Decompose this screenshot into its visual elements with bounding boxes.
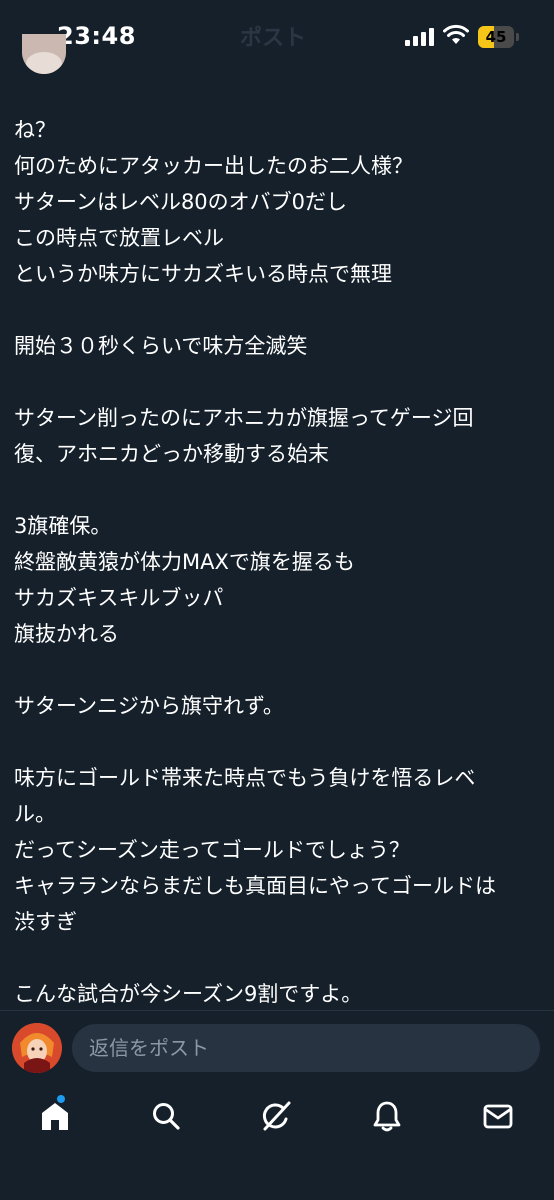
post-text-line: 渋すぎ [14, 910, 77, 934]
tab-home[interactable] [25, 1086, 85, 1146]
post-text-line: サカズキスキルブッパ [14, 586, 224, 610]
post-text-line: ね？ [14, 118, 56, 142]
reply-bar [0, 1010, 554, 1083]
post-text-line: というか味方にサカズキいる時点で無理 [14, 262, 392, 286]
reply-input[interactable] [72, 1024, 540, 1072]
post-text-line: サターン削ったのにアホニカが旗握ってゲージ回 [14, 406, 474, 430]
post-text-line: 終盤敵黄猿が体力MAXで旗を握るも [14, 550, 355, 574]
header-title: ポスト [240, 26, 307, 51]
post-text-line: この時点で放置レベル [14, 226, 224, 250]
post-text-line: だってシーズン走ってゴールドでしょう？ [14, 838, 410, 862]
bottom-tab-bar [0, 1082, 554, 1152]
post-text-line: キャラランならまだしも真面目にやってゴールドは [14, 874, 496, 898]
avatar-image [22, 34, 66, 74]
post-text-line: 開始３０秒くらいで味方全滅笑 [14, 334, 308, 358]
tab-grok[interactable] [246, 1086, 306, 1146]
mail-icon [483, 1104, 513, 1129]
post-text-line: サターンはレベル80のオバブ0だし [14, 190, 348, 214]
battery-indicator: 45 [478, 26, 520, 48]
wifi-icon [443, 24, 469, 44]
post-text-line: 味方にゴールド帯来た時点でもう負けを悟るレベ [14, 766, 476, 790]
tab-search[interactable] [136, 1086, 196, 1146]
home-indicator [0, 1160, 554, 1200]
status-bar: ポスト 23:48 45 [0, 0, 554, 74]
grok-icon [262, 1101, 291, 1131]
avatar-image [12, 1023, 62, 1073]
status-time: 23:48 [57, 22, 136, 50]
bell-icon [373, 1101, 401, 1132]
post-text-line: 3旗確保。 [14, 514, 112, 538]
post-text-line: 復、アホニカどっか移動する始末 [14, 442, 329, 466]
post-body: ね？ 何のためにアタッカー出したのお二人様？ サターンはレベル80のオバブ0だし この… [14, 112, 544, 1012]
battery-percent: 45 [485, 28, 507, 46]
notification-dot [57, 1095, 65, 1103]
author-avatar[interactable] [22, 34, 66, 74]
post-text-line: ル。 [14, 802, 56, 826]
search-icon [153, 1103, 180, 1130]
post-text-line: 何のためにアタッカー出したのお二人様？ [14, 154, 413, 178]
post-text-line: サターンニジから旗守れず。 [14, 694, 284, 718]
cellular-signal-icon [405, 28, 434, 46]
post-text-line: こんな試合が今シーズン9割ですよ。 [14, 982, 363, 1006]
tab-notifications[interactable] [357, 1086, 417, 1146]
tab-messages[interactable] [468, 1086, 528, 1146]
post-text-line: 旗抜かれる [14, 622, 119, 646]
user-avatar[interactable] [12, 1023, 62, 1073]
home-icon [42, 1103, 68, 1130]
